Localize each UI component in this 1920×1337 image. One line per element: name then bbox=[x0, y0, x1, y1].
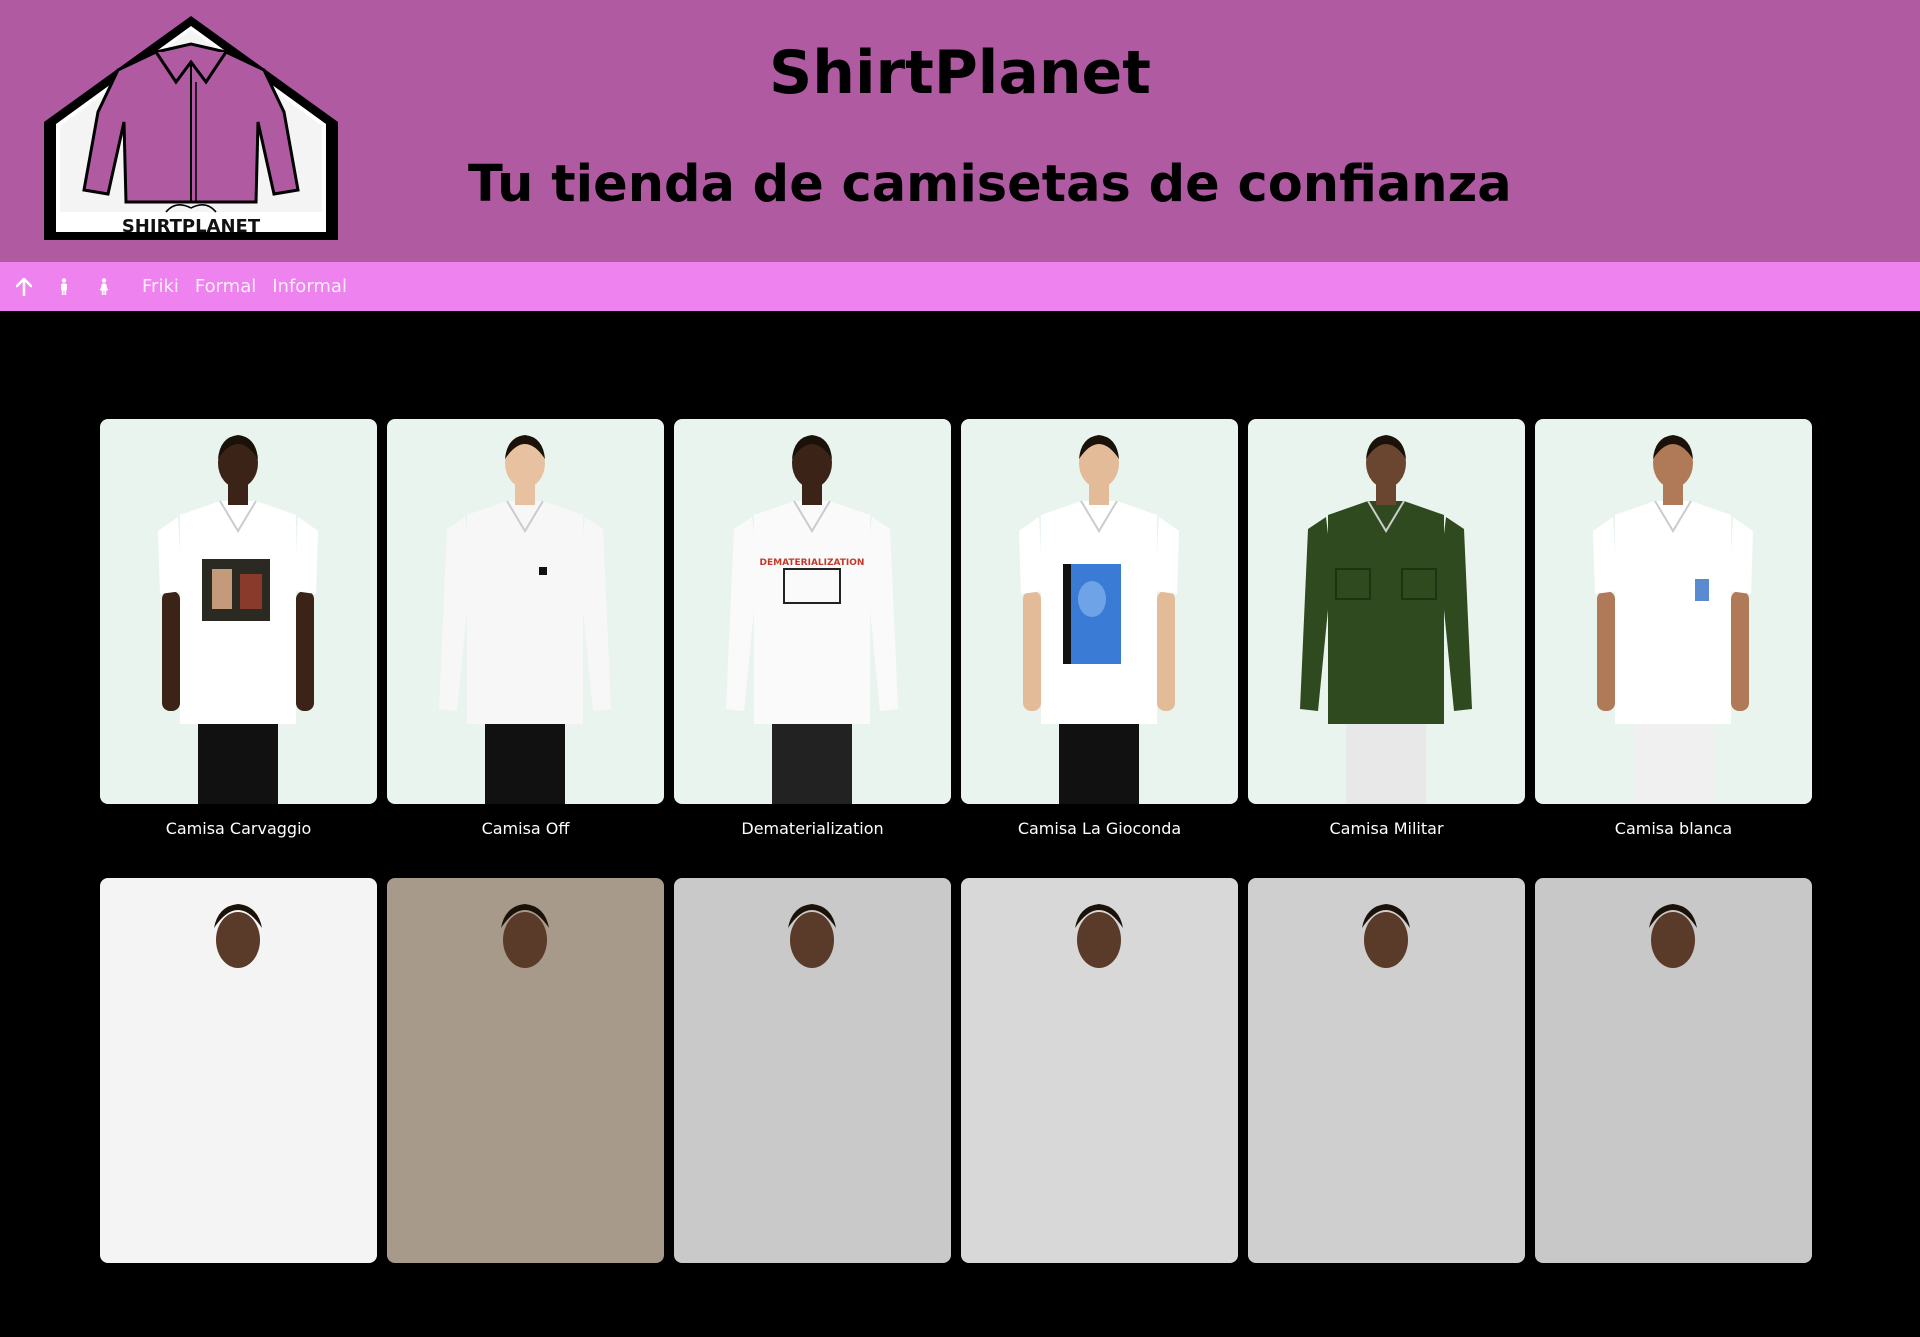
product-card[interactable] bbox=[674, 878, 951, 1337]
product-image[interactable] bbox=[1535, 878, 1812, 1263]
arrow-up-icon[interactable] bbox=[4, 262, 44, 311]
main-nav: Friki Formal Informal bbox=[0, 262, 1920, 311]
product-image[interactable] bbox=[674, 878, 951, 1263]
nav-link-friki[interactable]: Friki bbox=[142, 262, 179, 311]
product-image[interactable] bbox=[961, 419, 1238, 804]
product-card[interactable] bbox=[961, 878, 1238, 1337]
product-image[interactable] bbox=[100, 419, 377, 804]
product-image[interactable] bbox=[961, 878, 1238, 1263]
product-name[interactable]: Camisa La Gioconda bbox=[961, 819, 1238, 838]
product-card[interactable]: Camisa Off bbox=[387, 419, 664, 878]
product-image[interactable] bbox=[1535, 419, 1812, 804]
page-title: ShirtPlanet bbox=[769, 38, 1151, 108]
product-card[interactable] bbox=[100, 878, 377, 1337]
man-icon[interactable] bbox=[44, 262, 84, 311]
product-grid: Camisa Carvaggio Camisa Off DEMATERIALIZAT… bbox=[100, 419, 1814, 1337]
product-image[interactable] bbox=[387, 419, 664, 804]
product-name[interactable]: Camisa Off bbox=[387, 819, 664, 838]
nav-link-informal[interactable]: Informal bbox=[272, 262, 347, 311]
product-name[interactable]: Camisa Militar bbox=[1248, 819, 1525, 838]
svg-text:SHIRTPLANET: SHIRTPLANET bbox=[122, 216, 261, 237]
product-card[interactable]: Camisa Carvaggio bbox=[100, 419, 377, 878]
product-name[interactable]: Camisa blanca bbox=[1535, 819, 1812, 838]
product-image[interactable] bbox=[387, 878, 664, 1263]
product-card[interactable]: Camisa La Gioconda bbox=[961, 419, 1238, 878]
product-card[interactable]: DEMATERIALIZATION Dematerialization bbox=[674, 419, 951, 878]
nav-link-formal[interactable]: Formal bbox=[195, 262, 256, 311]
svg-text:DEMATERIALIZATION: DEMATERIALIZATION bbox=[760, 558, 865, 568]
product-name[interactable]: Dematerialization bbox=[674, 819, 951, 838]
product-image[interactable] bbox=[100, 878, 377, 1263]
product-card[interactable] bbox=[387, 878, 664, 1337]
product-name[interactable]: Camisa Carvaggio bbox=[100, 819, 377, 838]
page-tagline: Tu tienda de camisetas de confianza bbox=[468, 155, 1512, 214]
product-image[interactable] bbox=[1248, 419, 1525, 804]
product-card[interactable]: Camisa Militar bbox=[1248, 419, 1525, 878]
product-card[interactable] bbox=[1535, 878, 1812, 1337]
product-image[interactable] bbox=[1248, 878, 1525, 1263]
product-card[interactable] bbox=[1248, 878, 1525, 1337]
site-header: SHIRTPLANET ShirtPlanet Tu tienda de cam… bbox=[0, 0, 1920, 262]
product-card[interactable]: Camisa blanca bbox=[1535, 419, 1812, 878]
product-image[interactable]: DEMATERIALIZATION bbox=[674, 419, 951, 804]
woman-icon[interactable] bbox=[84, 262, 124, 311]
